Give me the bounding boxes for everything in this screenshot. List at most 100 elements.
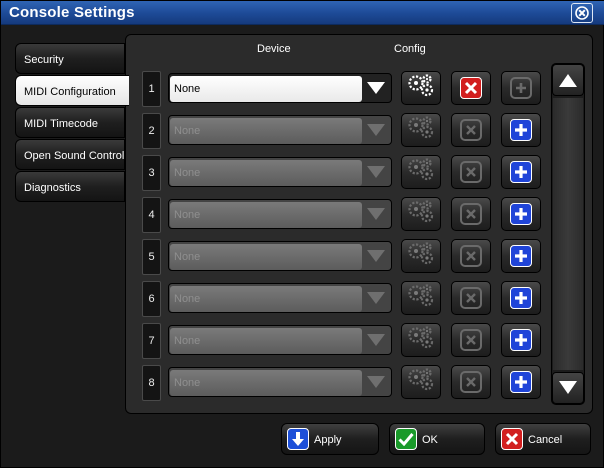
midi-device-row: 1 None	[142, 71, 542, 107]
row-number: 5	[142, 239, 161, 275]
device-select[interactable]: None	[168, 73, 392, 103]
midi-device-row: 2 None	[142, 113, 542, 149]
tab-midi-configuration[interactable]: MIDI Configuration	[15, 75, 129, 106]
device-select-value: None	[170, 328, 362, 354]
add-device-button[interactable]	[501, 281, 541, 315]
device-select-value: None	[170, 202, 362, 228]
column-header-device: Device	[257, 43, 291, 55]
tab-label: Open Sound Control	[24, 150, 125, 162]
config-button	[401, 281, 441, 315]
chevron-down-icon	[361, 158, 391, 186]
add-device-button	[501, 71, 541, 105]
scroll-up-button[interactable]	[552, 64, 584, 96]
gears-icon	[406, 115, 436, 146]
row-number: 2	[142, 113, 161, 149]
device-select-value: None	[170, 286, 362, 312]
device-select: None	[168, 367, 392, 397]
chevron-down-icon	[361, 200, 391, 228]
midi-device-row: 4 None	[142, 197, 542, 233]
chevron-down-icon	[361, 242, 391, 270]
device-select-value: None	[170, 244, 362, 270]
device-list-scrollbar[interactable]	[551, 63, 585, 405]
add-plus-icon	[510, 161, 532, 183]
add-device-button[interactable]	[501, 113, 541, 147]
midi-device-row: 7 None	[142, 323, 542, 359]
midi-device-row: 8 None	[142, 365, 542, 401]
cancel-x-icon	[501, 428, 523, 450]
remove-device-button	[451, 281, 491, 315]
config-button	[401, 197, 441, 231]
close-icon	[575, 6, 589, 20]
device-select: None	[168, 115, 392, 145]
remove-device-button	[451, 323, 491, 357]
remove-device-button	[451, 239, 491, 273]
midi-device-row: 6 None	[142, 281, 542, 317]
tab-midi-timecode[interactable]: MIDI Timecode	[15, 107, 125, 138]
remove-x-icon	[460, 287, 482, 309]
apply-button[interactable]: Apply	[281, 423, 379, 455]
remove-x-icon	[460, 329, 482, 351]
row-number: 4	[142, 197, 161, 233]
settings-tabs: Security MIDI Configuration MIDI Timecod…	[15, 43, 129, 203]
tab-label: MIDI Configuration	[24, 86, 116, 98]
device-select-value: None	[170, 76, 362, 102]
column-header-config: Config	[394, 43, 426, 55]
device-select: None	[168, 283, 392, 313]
chevron-down-icon	[361, 284, 391, 312]
arrow-down-icon	[559, 381, 577, 394]
chevron-down-icon	[361, 116, 391, 144]
chevron-down-icon	[361, 326, 391, 354]
cancel-button[interactable]: Cancel	[495, 423, 591, 455]
row-number: 7	[142, 323, 161, 359]
add-device-button[interactable]	[501, 197, 541, 231]
gears-icon	[406, 367, 436, 398]
add-device-button[interactable]	[501, 155, 541, 189]
row-number: 6	[142, 281, 161, 317]
add-plus-icon	[510, 371, 532, 393]
tab-diagnostics[interactable]: Diagnostics	[15, 171, 125, 202]
scroll-track[interactable]	[553, 98, 583, 370]
remove-x-icon	[460, 245, 482, 267]
config-button	[401, 239, 441, 273]
config-button	[401, 113, 441, 147]
add-plus-icon	[510, 245, 532, 267]
remove-x-icon	[460, 371, 482, 393]
checkmark-icon	[395, 428, 417, 450]
tab-security[interactable]: Security	[15, 43, 125, 74]
gears-icon	[406, 241, 436, 272]
remove-device-button	[451, 113, 491, 147]
ok-button[interactable]: OK	[389, 423, 485, 455]
device-select: None	[168, 325, 392, 355]
add-device-button[interactable]	[501, 239, 541, 273]
tab-label: MIDI Timecode	[24, 118, 98, 130]
tab-label: Diagnostics	[24, 182, 81, 194]
apply-arrow-down-icon	[287, 428, 309, 450]
remove-device-button	[451, 155, 491, 189]
config-button[interactable]	[401, 71, 441, 105]
midi-device-row: 5 None	[142, 239, 542, 275]
tab-open-sound-control[interactable]: Open Sound Control	[15, 139, 125, 170]
remove-x-icon	[460, 77, 482, 99]
console-settings-window: Console Settings Security MIDI Configura…	[0, 0, 604, 468]
ok-label: OK	[422, 434, 438, 446]
add-plus-icon	[510, 203, 532, 225]
add-device-button[interactable]	[501, 365, 541, 399]
row-number: 3	[142, 155, 161, 191]
chevron-down-icon	[361, 368, 391, 396]
remove-device-button	[451, 197, 491, 231]
cancel-label: Cancel	[528, 434, 563, 446]
remove-device-button[interactable]	[451, 71, 491, 105]
add-plus-icon	[510, 287, 532, 309]
add-device-button[interactable]	[501, 323, 541, 357]
device-select-value: None	[170, 370, 362, 396]
row-number: 1	[142, 71, 161, 107]
arrow-up-icon	[559, 74, 577, 87]
gears-icon	[406, 157, 436, 188]
apply-label: Apply	[314, 434, 342, 446]
midi-device-row: 3 None	[142, 155, 542, 191]
close-button[interactable]	[571, 3, 593, 23]
chevron-down-icon	[361, 74, 391, 102]
row-number: 8	[142, 365, 161, 401]
gears-icon	[406, 283, 436, 314]
scroll-down-button[interactable]	[552, 372, 584, 404]
